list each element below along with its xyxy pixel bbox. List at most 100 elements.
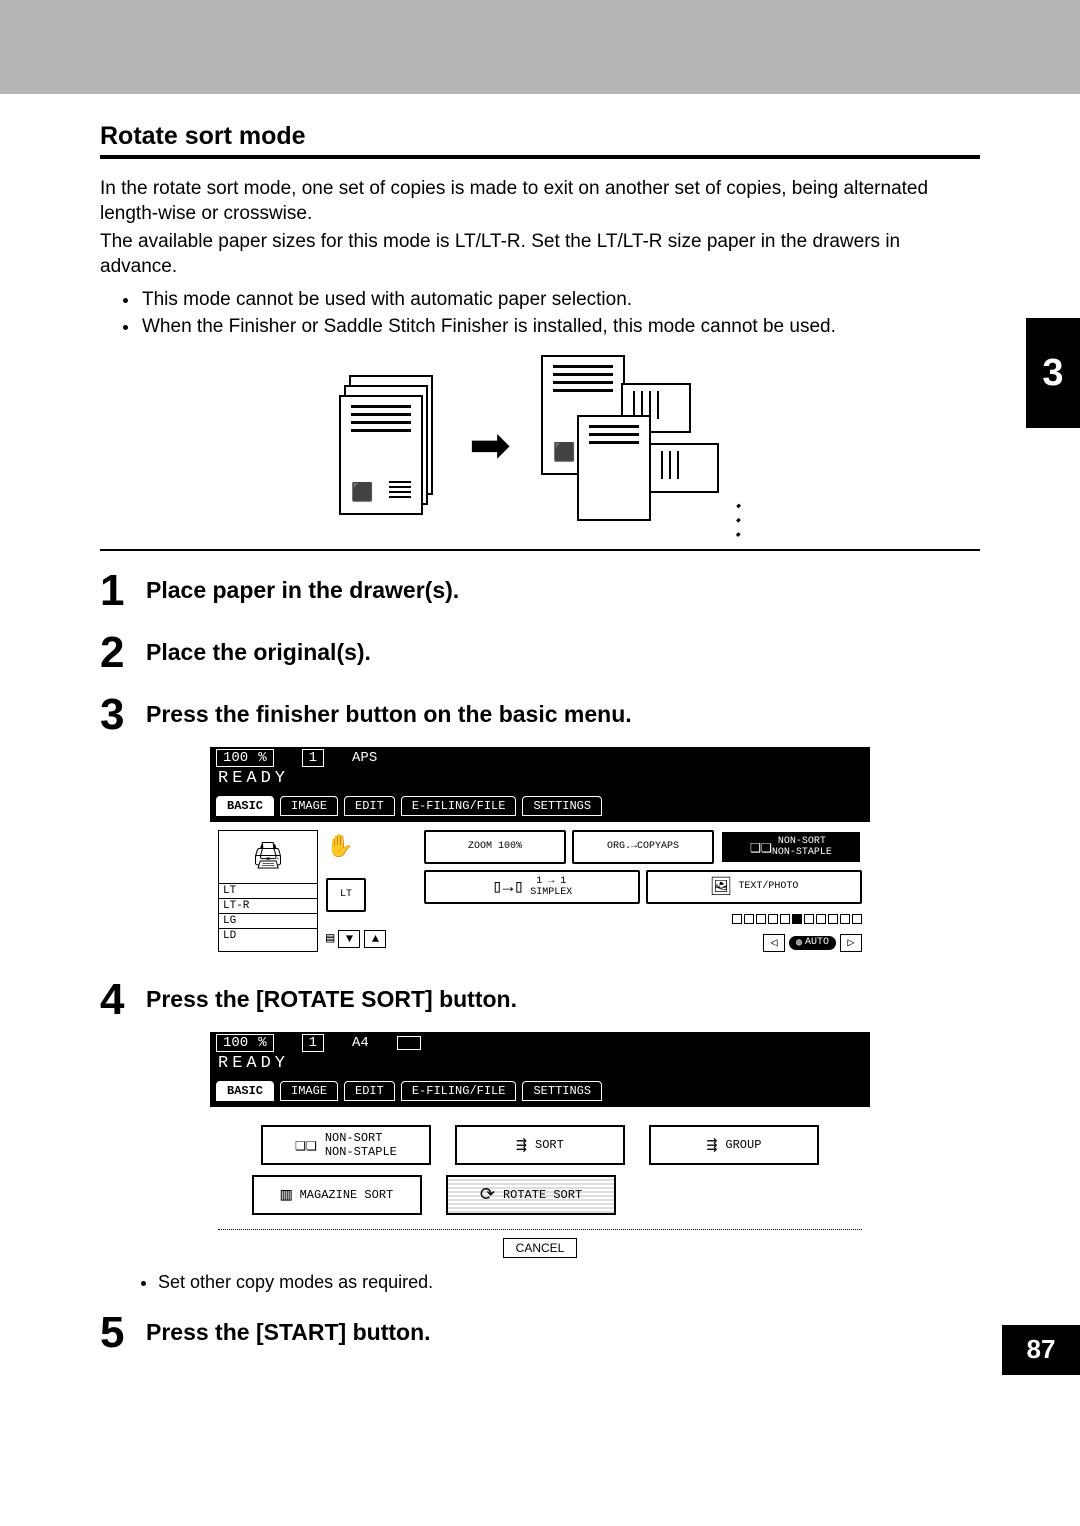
lcd-tab-edit[interactable]: EDIT <box>344 1081 395 1101</box>
lcd-zoom-button[interactable]: ZOOM 100% <box>424 830 566 864</box>
lcd-tab-efiling[interactable]: E-FILING/FILE <box>401 1081 517 1101</box>
note-item: When the Finisher or Saddle Stitch Finis… <box>140 313 980 341</box>
lcd-screenshot-basic: 100 % 1 APS READY BASIC IMAGE EDIT E-FIL… <box>210 747 870 960</box>
lcd-tab-settings[interactable]: SETTINGS <box>522 796 602 816</box>
lcd-simplex-label: SIMPLEX <box>530 887 572 898</box>
lcd-sort-button[interactable]: ⇶ SORT <box>455 1125 625 1165</box>
source-stack-icon: ⬛ <box>339 375 439 515</box>
lcd-copies-value: 1 <box>309 750 317 766</box>
lcd-simplex-button[interactable]: ▯→▯ 1 → 1 SIMPLEX <box>424 870 640 904</box>
step-number: 4 <box>100 978 146 1022</box>
rotate-icon: ⟳ <box>480 1184 495 1206</box>
lcd-nonsort-label: NON-SORT NON-STAPLE <box>325 1131 397 1159</box>
lcd-up-button[interactable]: ▲ <box>364 930 386 948</box>
lcd-auto-density[interactable]: ◍ AUTO <box>789 936 836 950</box>
lcd-orgcopy-button[interactable]: ORG.→COPY APS <box>572 830 714 864</box>
lcd-tray-item[interactable]: LD <box>219 928 317 943</box>
section-title: Rotate sort mode <box>100 122 980 151</box>
step-1: 1 Place paper in the drawer(s). <box>100 569 980 613</box>
step-3: 3 Press the finisher button on the basic… <box>100 693 980 737</box>
lcd-down-button[interactable]: ▼ <box>338 930 360 948</box>
step-number: 5 <box>100 1311 146 1355</box>
chapter-tab: 3 <box>1026 318 1080 428</box>
lcd-group-button[interactable]: ⇶ GROUP <box>649 1125 819 1165</box>
step-text: Place the original(s). <box>146 631 371 675</box>
lcd-zoom-pct: 100% <box>498 841 522 852</box>
lcd-tray-item[interactable]: LG <box>219 913 317 928</box>
simplex-icon: ▯→▯ <box>492 876 524 898</box>
notes-list: This mode cannot be used with automatic … <box>100 286 980 341</box>
intro-paragraph-1: In the rotate sort mode, one set of copi… <box>100 177 980 226</box>
rotate-sort-diagram: ⬛ ➡ ⬛ ⋱ <box>100 355 980 535</box>
density-scale-icon <box>732 914 862 924</box>
lcd-tab-image[interactable]: IMAGE <box>280 796 338 816</box>
lcd-paper-label: APS <box>352 750 377 766</box>
pages-icon: ❏❏ <box>750 836 772 858</box>
step-5: 5 Press the [START] button. <box>100 1311 980 1355</box>
lcd-rotatesort-button[interactable]: ⟳ ROTATE SORT <box>446 1175 616 1215</box>
photo-icon: 🖼 <box>710 876 733 898</box>
lcd-tab-image[interactable]: IMAGE <box>280 1081 338 1101</box>
lcd-finisher-button[interactable]: ❏❏ NON-SORT NON-STAPLE <box>720 830 862 864</box>
lcd-tab-edit[interactable]: EDIT <box>344 796 395 816</box>
lcd-sort-label: SORT <box>535 1138 564 1152</box>
step-text: Place paper in the drawer(s). <box>146 569 459 613</box>
lcd-tray-column: 🖨 LT LT-R LG LD <box>218 830 318 952</box>
menu-icon: ▤ <box>326 930 334 948</box>
lcd-magazine-label: MAGAZINE SORT <box>300 1188 394 1202</box>
step4-sub-item: Set other copy modes as required. <box>158 1272 980 1293</box>
header-gray-bar <box>0 0 1080 94</box>
step-4: 4 Press the [ROTATE SORT] button. <box>100 978 980 1022</box>
percent-icon: % <box>258 1035 266 1051</box>
auto-icon: ◍ <box>796 937 802 949</box>
step-2: 2 Place the original(s). <box>100 631 980 675</box>
lcd-tray-item[interactable]: LT-R <box>219 898 317 913</box>
page-number: 87 <box>1002 1325 1080 1375</box>
step-text: Press the finisher button on the basic m… <box>146 693 632 737</box>
group-icon: ⇶ <box>707 1134 718 1156</box>
printer-icon: 🖨 <box>219 831 317 883</box>
lcd-tray-side[interactable]: LT <box>326 878 366 912</box>
tray-icon <box>397 1036 421 1050</box>
lcd-density-right[interactable]: ▷ <box>840 934 862 952</box>
magazine-icon: ▥ <box>281 1184 292 1206</box>
lcd-density-left[interactable]: ◁ <box>763 934 785 952</box>
lcd-screenshot-finisher: 100 % 1 A4 READY BASIC IMAGE EDIT E-FILI… <box>210 1032 870 1266</box>
note-item: This mode cannot be used with automatic … <box>140 286 980 314</box>
lcd-sort-label: NON-SORT NON-STAPLE <box>772 836 832 858</box>
lcd-copies-value: 1 <box>309 1035 317 1051</box>
pages-icon: ❏❏ <box>295 1134 317 1156</box>
lcd-auto-label: AUTO <box>805 937 829 948</box>
lcd-ready-label: READY <box>210 769 870 792</box>
lcd-paper-label: A4 <box>352 1035 369 1051</box>
step-text: Press the [START] button. <box>146 1311 431 1355</box>
lcd-zoom-value: 100 <box>223 1035 248 1051</box>
lcd-magazine-button[interactable]: ▥ MAGAZINE SORT <box>252 1175 422 1215</box>
lcd-simplex-top: 1 → 1 <box>536 876 566 887</box>
lcd-textphoto-label: TEXT/PHOTO <box>738 881 798 892</box>
lcd-zoom-value: 100 <box>223 750 248 766</box>
lcd-cancel-button[interactable]: CANCEL <box>503 1238 578 1258</box>
intro-paragraph-2: The available paper sizes for this mode … <box>100 230 980 279</box>
lcd-textphoto-button[interactable]: 🖼 TEXT/PHOTO <box>646 870 862 904</box>
lcd-tab-basic[interactable]: BASIC <box>216 1081 274 1101</box>
output-stack-icon: ⬛ ⋱ <box>541 355 741 535</box>
lcd-group-label: GROUP <box>725 1138 761 1152</box>
step-number: 2 <box>100 631 146 675</box>
section-rule <box>100 155 980 159</box>
hand-icon: ✋ <box>326 834 416 860</box>
lcd-tab-efiling[interactable]: E-FILING/FILE <box>401 796 517 816</box>
lcd-ready-label: READY <box>210 1054 870 1077</box>
sort-icon: ⇶ <box>516 1134 527 1156</box>
lcd-nonsort-button[interactable]: ❏❏ NON-SORT NON-STAPLE <box>261 1125 431 1165</box>
lcd-tab-row: BASIC IMAGE EDIT E-FILING/FILE SETTINGS <box>210 1077 870 1107</box>
arrow-right-icon: ➡ <box>469 420 511 470</box>
lcd-tray-item[interactable]: LT <box>219 883 317 898</box>
lcd-org-label: ORG.→COPY <box>607 841 661 852</box>
diagram-rule <box>100 549 980 551</box>
step-number: 1 <box>100 569 146 613</box>
step-number: 3 <box>100 693 146 737</box>
lcd-tab-settings[interactable]: SETTINGS <box>522 1081 602 1101</box>
lcd-tab-basic[interactable]: BASIC <box>216 796 274 816</box>
lcd-rotatesort-label: ROTATE SORT <box>503 1188 582 1202</box>
